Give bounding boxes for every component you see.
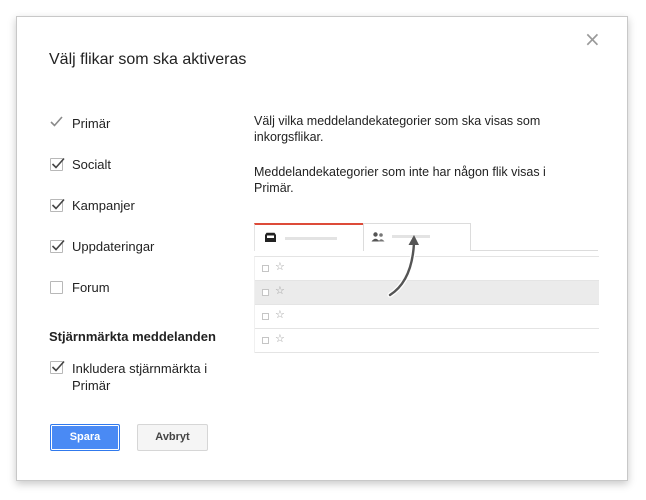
description-text: Välj vilka meddelandekategorier som ska … [254, 114, 541, 144]
cancel-button[interactable]: Avbryt [137, 424, 208, 451]
option-label: Uppdateringar [72, 239, 155, 254]
option-label: Forum [72, 280, 110, 295]
updates-checkbox[interactable] [50, 239, 65, 253]
option-label: Primär [72, 116, 111, 131]
inbox-preview: ☆ ☆ ☆ ☆ [254, 223, 599, 368]
close-icon[interactable]: × [584, 29, 601, 49]
dialog-title: Välj flikar som ska aktiveras [49, 51, 247, 68]
save-button[interactable]: Spara [50, 424, 120, 451]
starred-heading: Stjärnmärkta meddelanden [49, 329, 216, 344]
option-label: Kampanjer [72, 198, 135, 213]
option-label: Inkludera stjärnmärkta i Primär [72, 361, 208, 393]
curved-arrow-icon [387, 235, 419, 298]
checkmark-icon [50, 116, 63, 130]
description-note: Meddelandekategorier som inte har någon … [254, 165, 546, 195]
option-label: Socialt [72, 157, 112, 172]
forums-checkbox[interactable] [50, 281, 63, 294]
include-starred-checkbox[interactable] [50, 360, 65, 374]
promotions-checkbox[interactable] [50, 198, 65, 212]
social-checkbox[interactable] [50, 157, 65, 171]
